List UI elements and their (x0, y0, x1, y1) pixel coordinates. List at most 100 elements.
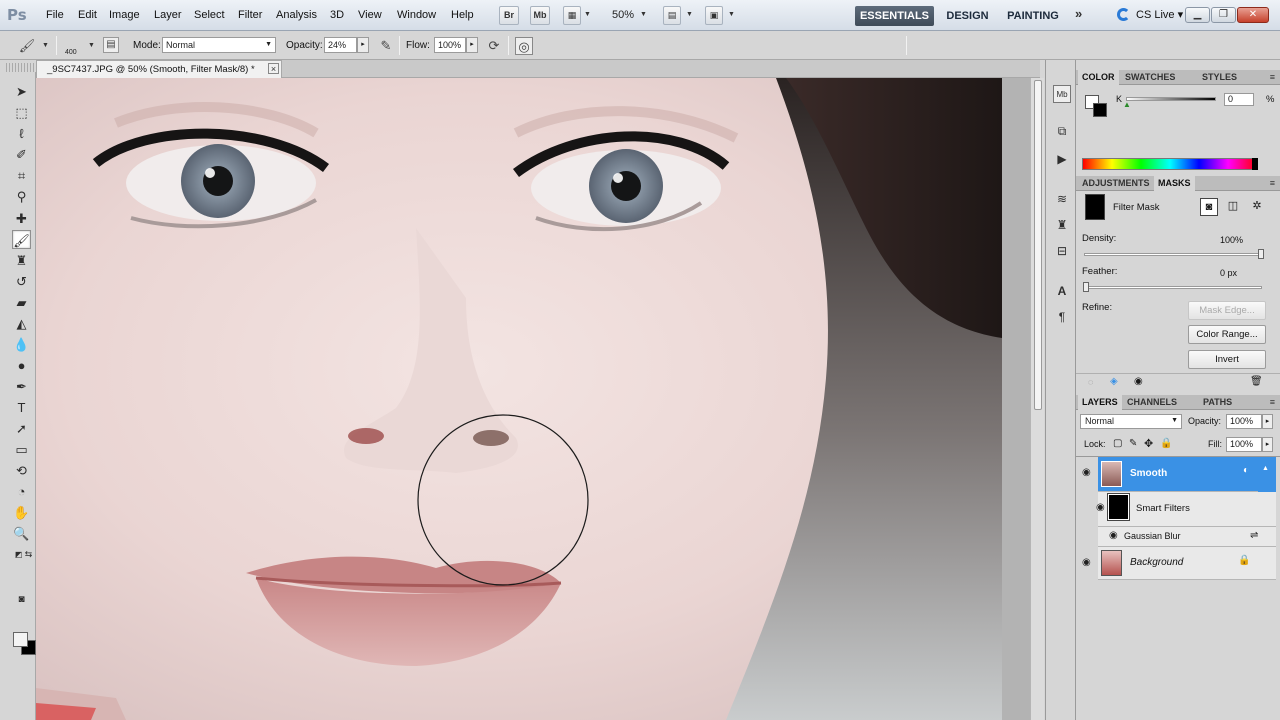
quick-selection-tool-icon[interactable]: ✐ (12, 145, 31, 164)
workspace-painting[interactable]: PAINTING (1003, 6, 1063, 26)
tab-layers[interactable]: LAYERS (1078, 395, 1122, 410)
lock-all-icon[interactable]: 🔒 (1160, 438, 1172, 449)
pen-tool-icon[interactable]: ✒ (12, 377, 31, 396)
dodge-tool-icon[interactable]: ● (12, 356, 31, 375)
arrange-documents-button[interactable]: ▤ (663, 6, 681, 25)
menu-filter[interactable]: Filter (238, 9, 262, 21)
view-extras-button[interactable]: ▦ (563, 6, 581, 25)
visibility-eye-icon[interactable]: ◉ (1096, 502, 1105, 513)
chevron-down-icon[interactable]: ▼ (640, 11, 647, 18)
menu-window[interactable]: Window (397, 9, 436, 21)
trash-icon[interactable]: 🗑 (1250, 376, 1263, 387)
invert-button[interactable]: Invert (1188, 350, 1266, 369)
panel-menu-icon[interactable]: ≡ (1270, 178, 1275, 188)
menu-edit[interactable]: Edit (78, 9, 97, 21)
shape-tool-icon[interactable]: ▭ (12, 440, 31, 459)
visibility-eye-icon[interactable]: ◉ (1082, 557, 1091, 568)
spot-healing-tool-icon[interactable]: ✚ (12, 209, 31, 228)
menu-image[interactable]: Image (109, 9, 140, 21)
menu-layer[interactable]: Layer (154, 9, 182, 21)
close-button[interactable]: ✕ (1237, 7, 1269, 23)
tool-presets-panel-icon[interactable]: ⊟ (1053, 242, 1071, 260)
mask-options-icon[interactable]: ✲ (1248, 198, 1266, 216)
slider-handle-icon[interactable]: ▲ (1123, 100, 1131, 109)
filter-blending-options-icon[interactable]: ⇌ (1250, 530, 1258, 541)
mode-select[interactable]: Normal ▼ (162, 37, 276, 53)
minimize-button[interactable]: ▁ (1185, 7, 1210, 23)
color-spectrum-bar[interactable] (1082, 158, 1258, 170)
tab-adjustments[interactable]: ADJUSTMENTS (1078, 176, 1154, 191)
zoom-tool-icon[interactable]: 🔍 (12, 524, 31, 543)
menu-analysis[interactable]: Analysis (276, 9, 317, 21)
eyedropper-tool-icon[interactable]: ⚲ (12, 187, 31, 206)
lock-pixels-icon[interactable]: ✎ (1129, 438, 1137, 449)
zoom-level[interactable]: 50% (612, 9, 634, 21)
brush-tool-icon[interactable]: 🖌 (12, 230, 31, 249)
layer-row-background[interactable]: Background 🔒 (1098, 547, 1276, 580)
chevron-down-icon[interactable]: ▼ (584, 11, 591, 18)
lock-transparent-icon[interactable]: ▢ (1113, 438, 1122, 449)
workspace-essentials[interactable]: ESSENTIALS (855, 6, 934, 26)
mini-bridge-button[interactable]: Mb (530, 6, 550, 25)
3d-orbit-tool-icon[interactable]: ◔ (12, 482, 31, 501)
history-brush-tool-icon[interactable]: ↺ (12, 272, 31, 291)
fill-input[interactable]: 100% (1226, 437, 1262, 452)
layer-row-smooth[interactable]: Smooth ◐ (1098, 457, 1258, 492)
mask-edge-button[interactable]: Mask Edge... (1188, 301, 1266, 320)
vector-mask-icon[interactable]: ◫ (1224, 198, 1242, 216)
airbrush-icon[interactable]: ✎ (377, 37, 395, 55)
opacity-slider-toggle[interactable]: ▸ (1262, 414, 1273, 429)
screen-mode-button[interactable]: ▣ (705, 6, 723, 25)
menu-help[interactable]: Help (451, 9, 474, 21)
feather-slider[interactable] (1084, 286, 1262, 289)
lock-position-icon[interactable]: ✥ (1144, 437, 1153, 450)
spectrum-black[interactable] (1252, 158, 1258, 170)
brush-tool-preset-icon[interactable]: 🖌 (18, 37, 36, 55)
clone-source-panel-icon[interactable]: ♜ (1053, 216, 1071, 234)
clone-stamp-tool-icon[interactable]: ♜ (12, 251, 31, 270)
layer-row-smart-filters[interactable]: ◉ Smart Filters (1096, 492, 1276, 527)
layer-opacity-input[interactable]: 100% (1226, 414, 1262, 429)
color-background-swatch[interactable] (1093, 103, 1107, 117)
tab-masks[interactable]: MASKS (1154, 176, 1195, 191)
quick-mask-icon[interactable]: ◙ (12, 590, 31, 609)
path-selection-tool-icon[interactable]: ➚ (12, 419, 31, 438)
brush-panel-icon[interactable]: ≋ (1053, 190, 1071, 208)
pixel-mask-icon[interactable]: ◙ (1200, 198, 1218, 216)
opacity-input[interactable]: 24% (324, 37, 357, 53)
feather-slider-handle[interactable] (1083, 282, 1089, 292)
tab-paths[interactable]: PATHS (1199, 395, 1236, 410)
opacity-slider-toggle[interactable]: ▸ (357, 37, 369, 53)
chevron-down-icon[interactable]: ▼ (88, 42, 95, 49)
density-value[interactable]: 100% (1220, 235, 1243, 245)
menu-3d[interactable]: 3D (330, 9, 344, 21)
move-tool-icon[interactable]: ➤ (12, 82, 31, 101)
hand-tool-icon[interactable]: ✋ (12, 503, 31, 522)
fill-slider-toggle[interactable]: ▸ (1262, 437, 1273, 452)
flow-input[interactable]: 100% (434, 37, 466, 53)
actions-panel-icon[interactable]: ▶ (1053, 150, 1071, 168)
tab-styles[interactable]: STYLES (1198, 70, 1241, 85)
color-value-input[interactable]: 0 (1224, 93, 1254, 106)
paint-bucket-tool-icon[interactable]: ◭ (12, 314, 31, 333)
menu-select[interactable]: Select (194, 9, 225, 21)
visibility-eye-icon[interactable]: ◉ (1134, 376, 1143, 387)
lasso-tool-icon[interactable]: ℓ (12, 124, 31, 143)
history-panel-icon[interactable]: ⧉ (1053, 122, 1071, 140)
menu-file[interactable]: File (46, 9, 64, 21)
3d-rotate-tool-icon[interactable]: ⟲ (12, 461, 31, 480)
tab-channels[interactable]: CHANNELS (1123, 395, 1181, 410)
blend-mode-select[interactable]: Normal ▼ (1080, 414, 1182, 429)
smart-object-icon[interactable]: ◐ (1243, 465, 1249, 476)
close-document-icon[interactable]: × (268, 63, 279, 74)
cs-live-menu[interactable]: CS Live ▾ (1136, 8, 1183, 21)
blur-tool-icon[interactable]: 💧 (12, 335, 31, 354)
panel-menu-icon[interactable]: ≡ (1270, 72, 1275, 82)
tab-color[interactable]: COLOR (1078, 70, 1119, 85)
marquee-tool-icon[interactable]: ⬚ (12, 103, 31, 122)
eraser-tool-icon[interactable]: ▰ (12, 293, 31, 312)
density-slider-handle[interactable] (1258, 249, 1264, 259)
color-range-button[interactable]: Color Range... (1188, 325, 1266, 344)
visibility-eye-icon[interactable]: ◉ (1109, 530, 1118, 541)
document-tab[interactable]: _9SC7437.JPG @ 50% (Smooth, Filter Mask/… (36, 60, 282, 78)
